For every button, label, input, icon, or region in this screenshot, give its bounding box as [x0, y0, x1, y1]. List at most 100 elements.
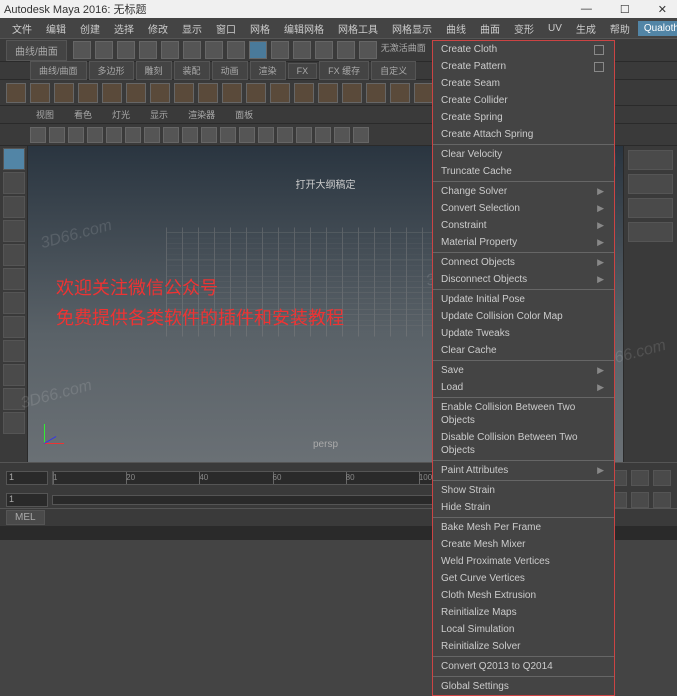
panel-tab[interactable]: [628, 222, 673, 242]
tool-icon[interactable]: [3, 388, 25, 410]
shelf-icon[interactable]: [246, 83, 266, 103]
menu-修改[interactable]: 修改: [142, 19, 174, 38]
tool-icon[interactable]: [73, 41, 91, 59]
vp-tool-icon[interactable]: [258, 127, 274, 143]
tool-icon[interactable]: [95, 41, 113, 59]
tool-icon[interactable]: [3, 316, 25, 338]
menu-item-clear-velocity[interactable]: Clear Velocity: [433, 146, 614, 163]
menu-文件[interactable]: 文件: [6, 19, 38, 38]
menu-item-create-pattern[interactable]: Create Pattern: [433, 58, 614, 75]
range-btn[interactable]: [631, 492, 649, 508]
shelf-icon[interactable]: [294, 83, 314, 103]
shelf-tab[interactable]: 自定义: [371, 61, 416, 80]
close-button[interactable]: ✕: [652, 3, 673, 16]
rotate-tool-icon[interactable]: [3, 220, 25, 242]
menu-item-constraint[interactable]: Constraint▶: [433, 217, 614, 234]
shelf-icon[interactable]: [102, 83, 122, 103]
tool-icon[interactable]: [271, 41, 289, 59]
shelf-tab[interactable]: 渲染: [250, 61, 286, 80]
vp-tool-icon[interactable]: [30, 127, 46, 143]
menu-item-disable-collision-between-two-objects[interactable]: Disable Collision Between Two Objects: [433, 429, 614, 459]
menu-item-paint-attributes[interactable]: Paint Attributes▶: [433, 462, 614, 479]
menu-item-connect-objects[interactable]: Connect Objects▶: [433, 254, 614, 271]
shelf-tab[interactable]: 雕刻: [136, 61, 172, 80]
tool-icon[interactable]: [293, 41, 311, 59]
shelf-icon[interactable]: [174, 83, 194, 103]
vp-tool-icon[interactable]: [201, 127, 217, 143]
menu-item-load[interactable]: Load▶: [433, 379, 614, 396]
vp-tool-icon[interactable]: [182, 127, 198, 143]
menu-item-truncate-cache[interactable]: Truncate Cache: [433, 163, 614, 180]
vp-tool-icon[interactable]: [296, 127, 312, 143]
shelf-icon[interactable]: [30, 83, 50, 103]
vp-tool-icon[interactable]: [106, 127, 122, 143]
menu-item-global-settings[interactable]: Global Settings: [433, 678, 614, 695]
menu-item-bake-mesh-per-frame[interactable]: Bake Mesh Per Frame: [433, 519, 614, 536]
vp-tool-icon[interactable]: [49, 127, 65, 143]
panel-tab[interactable]: [628, 150, 673, 170]
vp-tool-icon[interactable]: [87, 127, 103, 143]
shelf-icon[interactable]: [390, 83, 410, 103]
menu-选择[interactable]: 选择: [108, 19, 140, 38]
menu-item-hide-strain[interactable]: Hide Strain: [433, 499, 614, 516]
range-start[interactable]: 1: [6, 493, 48, 507]
tool-icon[interactable]: [359, 41, 377, 59]
menu-qualoth[interactable]: Qualoth: [638, 21, 677, 36]
shelf-tab[interactable]: 装配: [174, 61, 210, 80]
tool-icon[interactable]: [3, 412, 25, 434]
menu-item-get-curve-vertices[interactable]: Get Curve Vertices: [433, 570, 614, 587]
vp-tool-icon[interactable]: [334, 127, 350, 143]
shelf-icon[interactable]: [342, 83, 362, 103]
menu-item-change-solver[interactable]: Change Solver▶: [433, 183, 614, 200]
menu-item-material-property[interactable]: Material Property▶: [433, 234, 614, 251]
shelf-icon[interactable]: [318, 83, 338, 103]
mode-selector[interactable]: 曲线/曲面: [6, 40, 67, 61]
menu-item-cloth-mesh-extrusion[interactable]: Cloth Mesh Extrusion: [433, 587, 614, 604]
menu-item-update-tweaks[interactable]: Update Tweaks: [433, 325, 614, 342]
menu-曲线[interactable]: 曲线: [440, 19, 472, 38]
shelf-icon[interactable]: [270, 83, 290, 103]
tool-icon[interactable]: [205, 41, 223, 59]
menu-item-enable-collision-between-two-objects[interactable]: Enable Collision Between Two Objects: [433, 399, 614, 429]
vp-tool-icon[interactable]: [220, 127, 236, 143]
menu-item-create-seam[interactable]: Create Seam: [433, 75, 614, 92]
shelf-icon[interactable]: [198, 83, 218, 103]
menu-item-clear-cache[interactable]: Clear Cache: [433, 342, 614, 359]
option-box-icon[interactable]: [594, 62, 604, 72]
menu-创建[interactable]: 创建: [74, 19, 106, 38]
vp-menu-item[interactable]: 显示: [144, 107, 174, 122]
tool-icon[interactable]: [3, 268, 25, 290]
vp-menu-item[interactable]: 灯光: [106, 107, 136, 122]
vp-tool-icon[interactable]: [239, 127, 255, 143]
menu-窗口[interactable]: 窗口: [210, 19, 242, 38]
menu-item-save[interactable]: Save▶: [433, 362, 614, 379]
vp-menu-item[interactable]: 渲染器: [182, 107, 221, 122]
menu-item-create-collider[interactable]: Create Collider: [433, 92, 614, 109]
menu-网格工具[interactable]: 网格工具: [332, 19, 384, 38]
minimize-button[interactable]: —: [575, 3, 598, 16]
panel-tab[interactable]: [628, 174, 673, 194]
shelf-icon[interactable]: [126, 83, 146, 103]
menu-帮助[interactable]: 帮助: [604, 19, 636, 38]
fast-fwd-button[interactable]: [653, 470, 671, 486]
tool-icon[interactable]: [3, 340, 25, 362]
shelf-icon[interactable]: [54, 83, 74, 103]
menu-item-reinitialize-solver[interactable]: Reinitialize Solver: [433, 638, 614, 655]
vp-tool-icon[interactable]: [125, 127, 141, 143]
range-btn[interactable]: [653, 492, 671, 508]
time-slider[interactable]: 120406080100120: [52, 471, 493, 485]
shelf-icon[interactable]: [414, 83, 434, 103]
shelf-icon[interactable]: [366, 83, 386, 103]
shelf-icon[interactable]: [222, 83, 242, 103]
menu-变形[interactable]: 变形: [508, 19, 540, 38]
vp-tool-icon[interactable]: [163, 127, 179, 143]
menu-编辑[interactable]: 编辑: [40, 19, 72, 38]
tool-icon[interactable]: [315, 41, 333, 59]
tool-icon[interactable]: [337, 41, 355, 59]
frame-start[interactable]: 1: [6, 471, 48, 485]
tool-icon[interactable]: [183, 41, 201, 59]
tool-icon[interactable]: [3, 364, 25, 386]
menu-item-update-initial-pose[interactable]: Update Initial Pose: [433, 291, 614, 308]
menu-网格显示[interactable]: 网格显示: [386, 19, 438, 38]
shelf-tab[interactable]: FX 缓存: [319, 61, 369, 80]
